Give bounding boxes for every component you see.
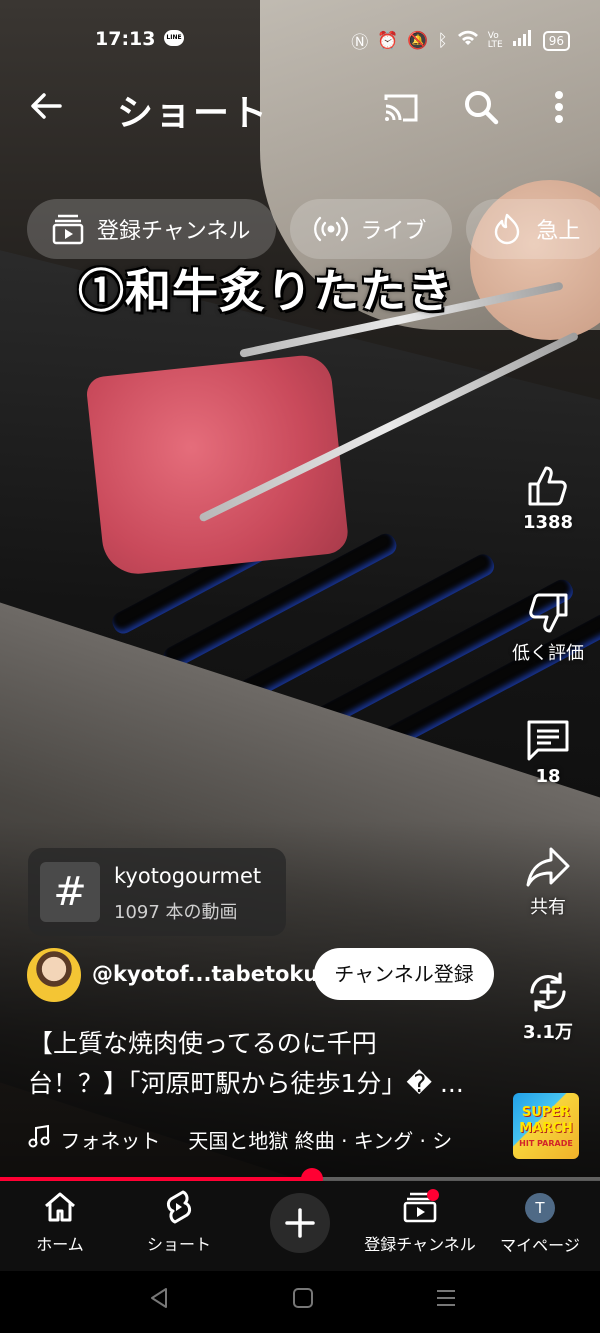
- system-recents-icon[interactable]: [433, 1285, 459, 1311]
- cast-icon: [384, 94, 418, 122]
- channel-avatar[interactable]: [27, 948, 81, 1002]
- chip-subscriptions[interactable]: 登録チャンネル: [27, 199, 277, 259]
- nfc-icon: Ⓝ: [351, 33, 369, 53]
- thumb-down-icon: [529, 593, 568, 633]
- remix-count: 3.1万: [523, 1022, 573, 1043]
- nav-home[interactable]: ホーム: [0, 1189, 125, 1255]
- share-button[interactable]: 共有: [505, 843, 591, 919]
- filter-chips: 登録チャンネル ライブ 急上: [27, 199, 600, 259]
- notification-dot: [427, 1189, 439, 1201]
- nav-label: マイページ: [500, 1236, 580, 1255]
- dislike-label: 低く評価: [512, 643, 584, 664]
- system-nav-bar: [0, 1271, 600, 1333]
- album-art[interactable]: SUPER MARCH HIT PARADE: [513, 1093, 579, 1159]
- comment-count: 18: [535, 766, 561, 787]
- create-button[interactable]: [270, 1193, 330, 1253]
- hashtag-video-count: 1097 本の動画: [114, 902, 238, 923]
- music-song: 天国と地獄 終曲 · キング · シ: [188, 1129, 453, 1153]
- top-bar: ショート: [0, 80, 600, 136]
- cast-button[interactable]: [381, 88, 421, 128]
- music-row[interactable]: フォネット 天国と地獄 終曲 · キング · シ: [28, 1124, 498, 1154]
- more-options-button[interactable]: [544, 86, 574, 128]
- comments-button[interactable]: 18: [505, 716, 591, 787]
- comment-icon: [527, 720, 569, 761]
- line-notification-icon: LINE: [164, 30, 184, 46]
- subscriptions-icon: [52, 214, 84, 245]
- video-title[interactable]: 【上質な焼肉使ってるのに千円 台！？】「河原町駅から徒歩1分」� ...: [28, 1024, 498, 1104]
- search-button[interactable]: [460, 86, 502, 128]
- nav-shorts[interactable]: ショート: [114, 1189, 244, 1255]
- bottom-nav: ホーム ショート 登録チャンネル T マイページ: [0, 1181, 600, 1271]
- video-caption: ①和牛炙りたたき: [78, 264, 454, 318]
- chip-live[interactable]: ライブ: [290, 199, 453, 259]
- more-vert-icon: [555, 91, 563, 123]
- nav-my-page[interactable]: T マイページ: [475, 1189, 600, 1256]
- signal-icon: [512, 29, 534, 52]
- music-note-icon: [28, 1124, 54, 1153]
- search-icon: [465, 91, 499, 125]
- battery-icon: 96: [542, 30, 570, 51]
- chip-label: 登録チャンネル: [97, 219, 251, 244]
- dislike-button[interactable]: 低く評価: [505, 589, 591, 665]
- remix-button[interactable]: 3.1万: [505, 968, 591, 1044]
- hashtag-icon: #: [40, 862, 100, 922]
- hashtag-name: kyotogourmet: [114, 864, 262, 888]
- bluetooth-icon: ᛒ: [437, 30, 448, 51]
- live-icon: [314, 216, 349, 242]
- thumb-up-icon: [528, 466, 567, 506]
- share-label: 共有: [530, 897, 566, 918]
- create-icon: [285, 1208, 315, 1238]
- hashtag-card[interactable]: # kyotogourmet 1097 本の動画: [28, 848, 286, 936]
- channel-handle[interactable]: @kyotof...tabetoku: [92, 962, 318, 986]
- avatar: T: [525, 1193, 555, 1223]
- nav-subscriptions[interactable]: 登録チャンネル: [355, 1189, 485, 1255]
- system-home-icon[interactable]: [290, 1285, 316, 1311]
- album-art-text: SUPER: [521, 1105, 571, 1120]
- back-button[interactable]: [26, 86, 66, 126]
- volte-icon: Vo LTE: [487, 30, 503, 50]
- nav-label: ショート: [146, 1235, 211, 1254]
- back-arrow-icon: [31, 93, 62, 119]
- trending-icon: [495, 213, 520, 245]
- music-track: フォネット: [60, 1129, 161, 1153]
- subscribe-button[interactable]: チャンネル登録: [314, 948, 494, 1000]
- chip-label: ライブ: [360, 219, 427, 244]
- like-count: 1388: [522, 512, 574, 533]
- share-icon: [526, 847, 570, 887]
- shorts-icon: [166, 1190, 192, 1224]
- wifi-icon: [457, 29, 479, 52]
- home-icon: [45, 1192, 75, 1222]
- mute-icon: 🔕: [407, 30, 429, 51]
- status-time: 17:13: [95, 28, 156, 50]
- page-title: ショート: [117, 93, 270, 134]
- nav-label: 登録チャンネル: [364, 1235, 476, 1254]
- video-title-line: 【上質な焼肉使ってるのに千円: [28, 1029, 377, 1058]
- video-title-line: 台！？】「河原町駅から徒歩1分」� ...: [28, 1069, 464, 1098]
- remix-icon: [530, 972, 566, 1012]
- chip-label: 急上: [536, 219, 581, 244]
- like-button[interactable]: 1388: [505, 462, 591, 533]
- nav-label: ホーム: [36, 1235, 84, 1254]
- alarm-icon: ⏰: [377, 30, 399, 51]
- status-icons: Ⓝ ⏰ 🔕 ᛒ Vo LTE 96: [351, 28, 570, 53]
- status-bar: 17:13 LINE Ⓝ ⏰ 🔕 ᛒ Vo LTE 96: [0, 28, 600, 54]
- album-art-text: HIT PARADE: [519, 1139, 573, 1148]
- system-back-icon[interactable]: [146, 1285, 172, 1311]
- chip-trending[interactable]: 急上: [466, 199, 600, 259]
- album-art-text: MARCH: [519, 1121, 573, 1136]
